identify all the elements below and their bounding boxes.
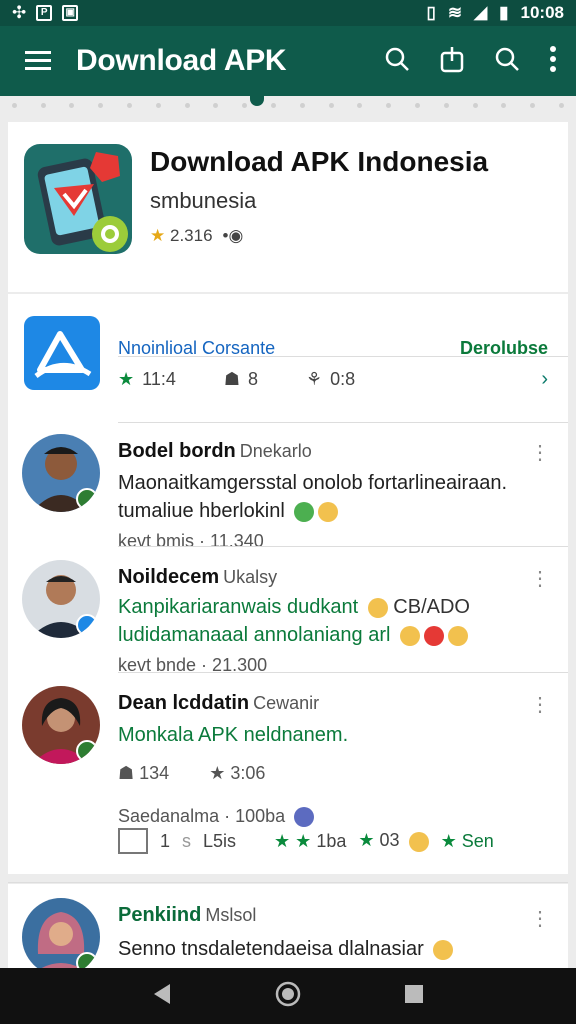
avatar[interactable]	[22, 898, 100, 968]
info-icon: •◉	[222, 226, 244, 245]
star-icon: ★	[209, 763, 226, 783]
page-title: Download APK	[76, 44, 287, 77]
reviewer-name: Noildecem	[118, 566, 220, 588]
review-item: Dean lcddatin Cewanir Monkala APK neldnan…	[8, 686, 568, 866]
more-options-icon[interactable]: ⋮	[530, 695, 550, 715]
like-count: 134	[139, 763, 170, 783]
rating-value: 2.316	[169, 226, 213, 245]
emoji-icon	[448, 625, 468, 646]
avatar[interactable]	[22, 434, 100, 512]
app-stats: ★ 11:4 ☗ 8 ⚘ 0:8 ›	[118, 364, 548, 394]
status-bar: ✣ P ▣ ▯ ≋ ◢ ▮ 10:08	[0, 0, 576, 26]
reply-box[interactable]	[118, 828, 148, 854]
home-icon[interactable]	[275, 981, 301, 1012]
review-text-2: ludidamanaaal annolaniang arl	[118, 624, 391, 646]
stat-tags: 8	[247, 368, 258, 389]
review-item: Bodel bordn Dnekarlo Maonaitkamgersstal o…	[8, 434, 568, 551]
review-meta: Saedanalma · 100ba	[118, 806, 315, 828]
reviewer-name: Dean lcddatin	[118, 692, 250, 714]
reviewer-handle: Ukalsy	[223, 567, 278, 587]
app-title: Download APK Indonesia	[150, 146, 489, 177]
signal-icon: ◢	[474, 3, 488, 22]
emoji-icon	[433, 939, 454, 960]
divider	[118, 356, 568, 357]
stat-downloads: 0:8	[330, 368, 356, 389]
verified-badge-icon	[76, 614, 98, 636]
app-bar: Download APK	[0, 26, 576, 96]
reply-label: L5is	[203, 830, 237, 851]
more-options-icon[interactable]: ⋮	[530, 443, 550, 463]
search-icon-2[interactable]	[494, 46, 520, 77]
share-icon[interactable]	[440, 45, 464, 78]
menu-icon[interactable]	[0, 50, 76, 72]
review-item: Noildecem Ukalsy Kanpikariaranwais dudkan…	[8, 560, 568, 675]
download-count-icon: ⚘	[306, 368, 323, 389]
verified-badge-icon	[76, 740, 98, 762]
review-rating: 3:06	[230, 763, 266, 783]
reviewer-handle: Cewanir	[253, 693, 320, 713]
system-nav-bar	[0, 968, 576, 1024]
divider	[118, 672, 568, 673]
tag-icon: ☗	[223, 368, 240, 389]
app-notification-icon: P	[36, 5, 53, 21]
recents-icon[interactable]	[404, 984, 424, 1009]
stat-rating: 11:4	[142, 368, 176, 389]
more-options-icon[interactable]: ⋮	[530, 569, 550, 589]
emoji-icon	[294, 501, 315, 522]
clock: 10:08	[520, 3, 564, 22]
review-text: Senno tnsdaletendaeisa dlalnasiar	[118, 938, 424, 960]
page-dots	[0, 96, 576, 114]
divider	[8, 882, 568, 883]
chevron-right-icon[interactable]: ›	[541, 368, 548, 391]
image-notification-icon: ▣	[62, 5, 79, 21]
more-options-icon[interactable]	[550, 45, 556, 77]
rating-count-3: Sen	[461, 830, 494, 851]
review-meta: kevt bmis · 11.340	[118, 531, 264, 551]
star-icon: ★	[118, 368, 135, 389]
vibrate-icon: ▯	[426, 3, 436, 22]
emoji-icon	[400, 625, 420, 646]
app-rating: ★ 2.316 •◉	[150, 226, 243, 246]
back-icon[interactable]	[152, 983, 172, 1010]
star-icon: ★	[150, 226, 166, 245]
reviewer-handle: Dnekarlo	[239, 441, 312, 461]
rating-count-2: 03	[379, 830, 400, 851]
app-icon	[24, 144, 132, 254]
developer-name[interactable]: smbunesia	[150, 188, 256, 214]
reviewer-name: Penkiind	[118, 904, 202, 926]
verified-badge-icon	[76, 488, 98, 510]
apk-icon	[24, 316, 100, 390]
wifi-icon: ≋	[447, 3, 463, 22]
reply-count: 1	[160, 830, 171, 851]
notification-icon: ✣	[12, 3, 27, 22]
reviewer-handle: Mslsol	[205, 905, 257, 925]
review-tag: CB/ADO	[393, 596, 470, 618]
emoji-icon	[318, 501, 339, 522]
more-options-icon[interactable]: ⋮	[530, 909, 550, 929]
search-icon[interactable]	[384, 46, 410, 77]
divider	[118, 422, 568, 423]
app-header-card: Download APK Indonesia smbunesia ★ 2.316…	[8, 122, 568, 292]
reviews-card: Nnoinlioal Corsante Derolubse ★ 11:4 ☗ 8…	[8, 294, 568, 883]
battery-icon: ▮	[499, 3, 509, 22]
reviewer-name: Bodel bordn	[118, 440, 236, 462]
like-icon: ☗	[118, 763, 135, 783]
emoji-icon	[424, 625, 444, 646]
review-text: Kanpikariaranwais dudkant	[118, 596, 359, 618]
avatar[interactable]	[22, 560, 100, 638]
rating-count-1: 1ba	[316, 830, 347, 851]
emoji-icon	[294, 807, 315, 828]
verified-badge-icon	[76, 952, 98, 968]
divider	[118, 546, 568, 547]
emoji-icon	[367, 597, 388, 618]
reply-row: 1 s L5is ★ ★ 1ba ★ 03 ★ Sen	[118, 828, 494, 854]
review-item: Penkiind Mslsol Senno tnsdaletendaeisa dl…	[8, 884, 568, 968]
review-text: Monkala APK neldnanem.	[118, 724, 349, 746]
emoji-icon	[408, 831, 429, 852]
avatar[interactable]	[22, 686, 100, 764]
